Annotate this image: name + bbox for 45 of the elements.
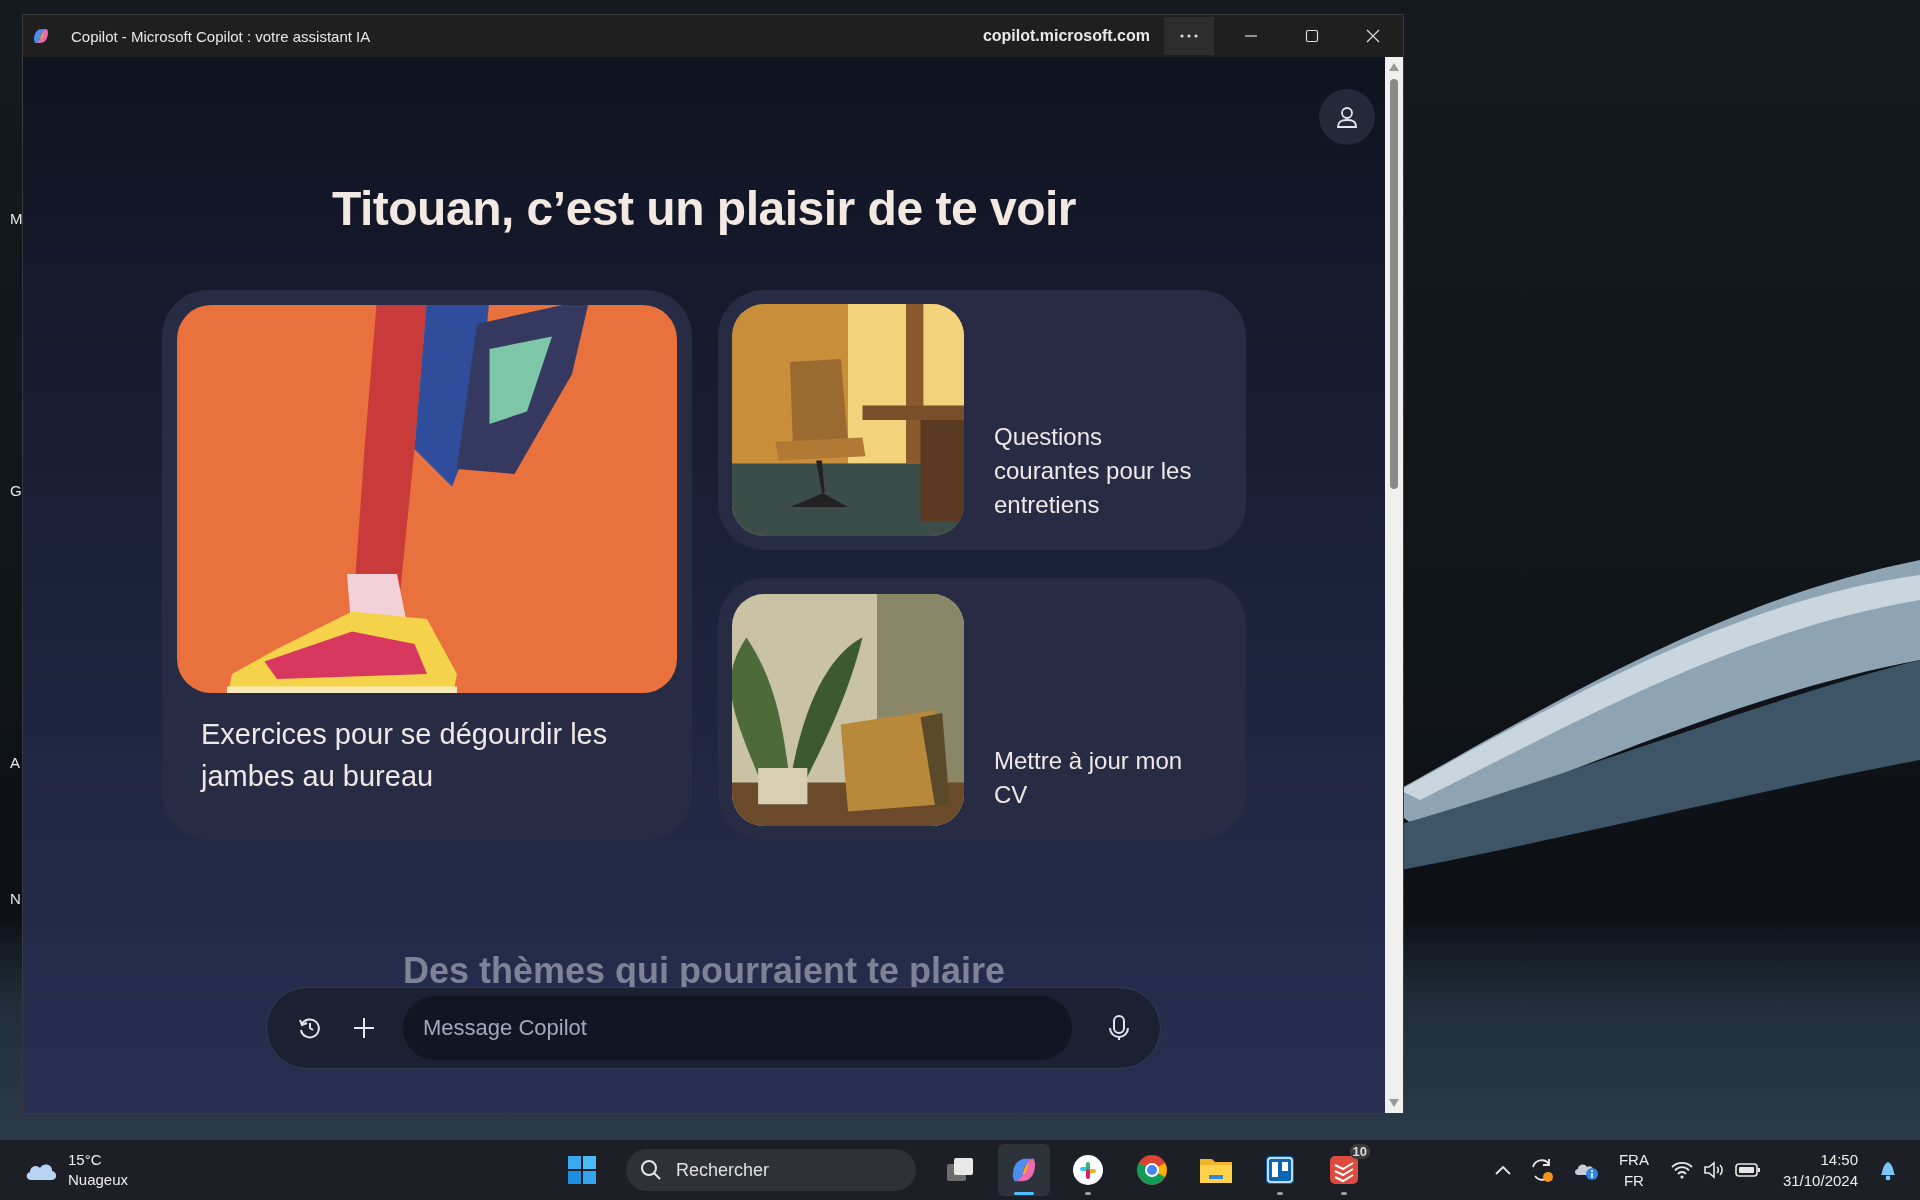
suggestion-card[interactable]: Exercices pour se dégourdir les jambes au bureau <box>162 290 692 840</box>
temperature: 15°C <box>68 1150 103 1170</box>
section-heading: Des thèmes qui pourraient te plaire <box>402 950 1006 992</box>
board-icon <box>1265 1155 1295 1185</box>
clock[interactable]: 14:50 31/10/2024 <box>1776 1148 1864 1192</box>
desktop-icon-label[interactable]: M <box>10 210 23 227</box>
scrollbar-thumb[interactable] <box>1390 79 1398 489</box>
plus-icon <box>352 1016 376 1040</box>
site-address: copilot.microsoft.com <box>982 27 1150 45</box>
desktop-icon-label[interactable]: G <box>10 482 22 499</box>
card-title: Mettre à jour mon CV <box>993 746 1184 810</box>
card-title: Questions courantes pour les entretiens <box>993 422 1193 520</box>
maximize-icon <box>1304 29 1319 43</box>
battery-icon <box>1734 1162 1761 1178</box>
wheel-icon <box>1136 1154 1168 1186</box>
window-title: Copilot - Microsoft Copilot : votre assistant IA <box>71 27 372 45</box>
suggestion-card[interactable]: Questions courantes pour les entretiens <box>718 290 1246 550</box>
microphone-icon <box>1106 1014 1132 1042</box>
weather-condition: Nuageux <box>68 1170 129 1190</box>
close-icon <box>1365 29 1380 43</box>
person-icon <box>1334 104 1360 130</box>
search-field[interactable]: Rechercher <box>626 1149 916 1191</box>
taskbar-app-button[interactable]: 10 <box>1318 1144 1370 1196</box>
card-title: Exercices pour se dégourdir les jambes au bureau <box>199 717 609 794</box>
desktop-icon-label[interactable]: A <box>10 754 20 771</box>
pinwheel-icon <box>1072 1154 1104 1186</box>
profile-button[interactable] <box>1319 89 1375 145</box>
stack-icon <box>1329 1155 1359 1185</box>
windows-icon <box>567 1155 597 1185</box>
message-field[interactable]: Message Copilot <box>403 996 1072 1060</box>
bell-icon <box>1878 1159 1898 1181</box>
desktop-icon-label[interactable]: N <box>10 890 21 907</box>
weather-widget[interactable]: 15°C Nuageux <box>0 1150 184 1190</box>
speaker-icon <box>1702 1161 1725 1179</box>
more-icon <box>1180 34 1198 38</box>
search-icon <box>640 1159 662 1181</box>
notification-count: 10 <box>1349 1144 1370 1159</box>
language-indicator[interactable]: FRA FR <box>1612 1149 1655 1191</box>
taskbar-app-button[interactable] <box>998 1144 1050 1196</box>
swirl-icon <box>31 26 51 46</box>
wifi-icon <box>1670 1161 1693 1179</box>
greeting-heading: Titouan, c’est un plaisir de te voir <box>332 181 1076 236</box>
chevron-up-icon <box>1494 1165 1511 1175</box>
suggestion-card[interactable]: Mettre à jour mon CV <box>718 578 1246 840</box>
history-icon <box>297 1015 323 1041</box>
